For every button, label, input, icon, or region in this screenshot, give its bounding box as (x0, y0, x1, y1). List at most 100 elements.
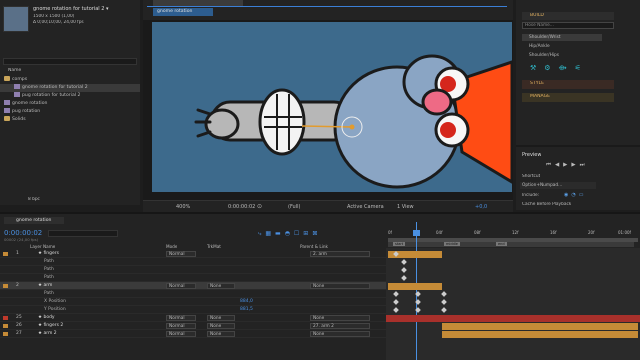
layer-row[interactable]: 26 ★ fingers 2 Normal None 27. arm 2 (0, 322, 386, 330)
duik-item[interactable]: Shoulder/Hips (522, 52, 602, 59)
time-ruler[interactable]: 0f 04f 08f 12f 16f 20f 01:00f (386, 222, 640, 238)
layer-name[interactable]: ★ arm 2 (38, 330, 57, 338)
layer-number: 27 (16, 331, 22, 336)
playback-controls[interactable]: ⏮◀▶▶⏭ (546, 162, 589, 169)
layer-number: 2 (16, 283, 19, 288)
camera-icon[interactable]: ⊙ (257, 203, 262, 210)
marker-middle[interactable]: middle (444, 242, 460, 246)
layer-duration-bar[interactable] (386, 315, 640, 322)
duik-item[interactable]: Hip/Ankle (522, 43, 602, 50)
tree-item[interactable]: pug rotation for tutorial 2 (0, 92, 140, 100)
comp-icon (14, 92, 20, 97)
parent-select[interactable]: 2. arm (310, 251, 370, 257)
layer-name[interactable]: Path (44, 258, 54, 266)
trkmat-select[interactable]: None (207, 323, 235, 329)
timeline-search-input[interactable] (48, 230, 118, 237)
col-mode[interactable]: Mode (166, 244, 177, 249)
include-toggles[interactable]: ◉◔▭ (564, 192, 586, 198)
project-col-name[interactable]: Name (8, 68, 21, 73)
col-layer-name[interactable]: Layer Name (30, 244, 55, 249)
col-parent[interactable]: Parent & Link (300, 244, 328, 249)
trkmat-select[interactable]: None (207, 315, 235, 321)
timeline-tab[interactable]: gnome rotation (4, 217, 64, 224)
parent-select[interactable]: None (310, 315, 370, 321)
layer-name[interactable]: ★ body (38, 314, 55, 322)
property-row[interactable]: Y Position 881,5 (0, 306, 386, 314)
property-value[interactable]: 884,0 (240, 298, 253, 306)
zoom-select[interactable]: 400% (176, 204, 190, 210)
gnome-artwork (194, 54, 512, 189)
duik-tool-icons[interactable]: ⚒⚙⟴⚟ (530, 64, 610, 72)
playhead-handle[interactable] (413, 230, 420, 236)
comp-canvas[interactable] (152, 22, 512, 192)
blend-mode-select[interactable]: Normal (166, 283, 196, 289)
tree-item[interactable]: comps (0, 76, 140, 84)
layer-name[interactable]: Y Position (44, 306, 66, 314)
trkmat-select[interactable]: None (207, 331, 235, 337)
property-row[interactable]: X Position 884,0 (0, 298, 386, 306)
project-search-input[interactable] (3, 58, 137, 65)
parent-select[interactable]: 27. arm 2 (310, 323, 370, 329)
marker-end[interactable]: end (496, 242, 507, 246)
timeline-switch-icons[interactable]: ⤷▦▬◓☐⊞⊠ (258, 230, 321, 238)
col-trkmat[interactable]: TrkMat (207, 244, 221, 249)
tree-item[interactable]: Solids (0, 116, 140, 124)
layer-row[interactable]: 2 ★ arm Normal None None (0, 282, 386, 290)
layer-row[interactable]: 25 ★ body Normal None None (0, 314, 386, 322)
layer-name[interactable]: ★ fingers 2 (38, 322, 63, 330)
tree-item[interactable]: pug rotation (0, 108, 140, 116)
layer-name[interactable]: ★ arm (38, 282, 52, 290)
viewer-tab[interactable]: gnome rotation (153, 8, 213, 16)
layer-name[interactable]: ★ fingers (38, 250, 59, 258)
shortcut-select[interactable]: Option+Numpad... (520, 182, 596, 189)
parent-select[interactable]: None (310, 331, 370, 337)
property-row[interactable]: Path (0, 290, 386, 298)
resolution-select[interactable]: (Full) (288, 204, 300, 210)
tree-item[interactable]: gnome rotation for tutorial 2 (0, 84, 140, 92)
property-row[interactable]: Path (0, 266, 386, 274)
label-color-swatch[interactable] (3, 316, 8, 320)
layer-name[interactable]: X Position (44, 298, 66, 306)
blend-mode-select[interactable]: Normal (166, 323, 196, 329)
layer-duration-bar[interactable] (442, 331, 638, 338)
layer-row[interactable]: 27 ★ arm 2 Normal None None (0, 330, 386, 338)
layer-duration-bar[interactable] (388, 283, 442, 290)
parent-select[interactable]: None (310, 283, 370, 289)
label-color-swatch[interactable] (3, 332, 8, 336)
project-comp-info1: 1500 x 1500 (1,00) (33, 14, 75, 19)
layer-name[interactable]: Path (44, 274, 54, 282)
blend-mode-select[interactable]: Normal (166, 251, 196, 257)
layer-name[interactable]: Path (44, 290, 54, 298)
blend-mode-select[interactable]: Normal (166, 315, 196, 321)
layer-name[interactable]: Path (44, 266, 54, 274)
layer-duration-bar[interactable] (442, 323, 638, 330)
hose-name-input[interactable]: Hose Name... (522, 22, 614, 29)
duik-manage-label[interactable]: MANAGE (530, 94, 550, 99)
duik-build-label[interactable]: BUILD (530, 13, 544, 18)
project-comp-name[interactable]: gnome rotation for tutorial 2 ▾ (33, 6, 109, 12)
label-color-swatch[interactable] (3, 284, 8, 288)
layer-row[interactable]: 1 ★ fingers Normal 2. arm (0, 250, 386, 258)
marker-start[interactable]: start (393, 242, 406, 246)
duik-style-label[interactable]: STYLE (530, 81, 544, 86)
anchor-point[interactable] (349, 124, 355, 130)
trkmat-select[interactable]: None (207, 283, 235, 289)
views-select[interactable]: 1 View (397, 204, 414, 210)
property-row[interactable]: Path (0, 258, 386, 266)
timeline-time[interactable]: 0:00:00:02 (4, 229, 42, 237)
property-value[interactable]: 881,5 (240, 306, 253, 314)
ruler-tick: 12f (512, 230, 519, 235)
property-row[interactable]: Path (0, 274, 386, 282)
label-color-swatch[interactable] (3, 324, 8, 328)
comp-icon (14, 84, 20, 89)
blend-mode-select[interactable]: Normal (166, 331, 196, 337)
exposure-value[interactable]: +0,0 (475, 204, 487, 210)
label-color-swatch[interactable] (3, 252, 8, 256)
bpc-button[interactable]: 8 bpc (28, 197, 40, 202)
cache-checkbox[interactable]: Cache Before Playback (522, 202, 571, 207)
duik-item[interactable]: Shoulder/Wrist (522, 34, 602, 41)
timeline-graph-area[interactable] (386, 248, 640, 360)
camera-select[interactable]: Active Camera (347, 204, 384, 210)
tree-item[interactable]: gnome rotation (0, 100, 140, 108)
viewer-timecode[interactable]: 0:00:00:02 (228, 204, 255, 210)
